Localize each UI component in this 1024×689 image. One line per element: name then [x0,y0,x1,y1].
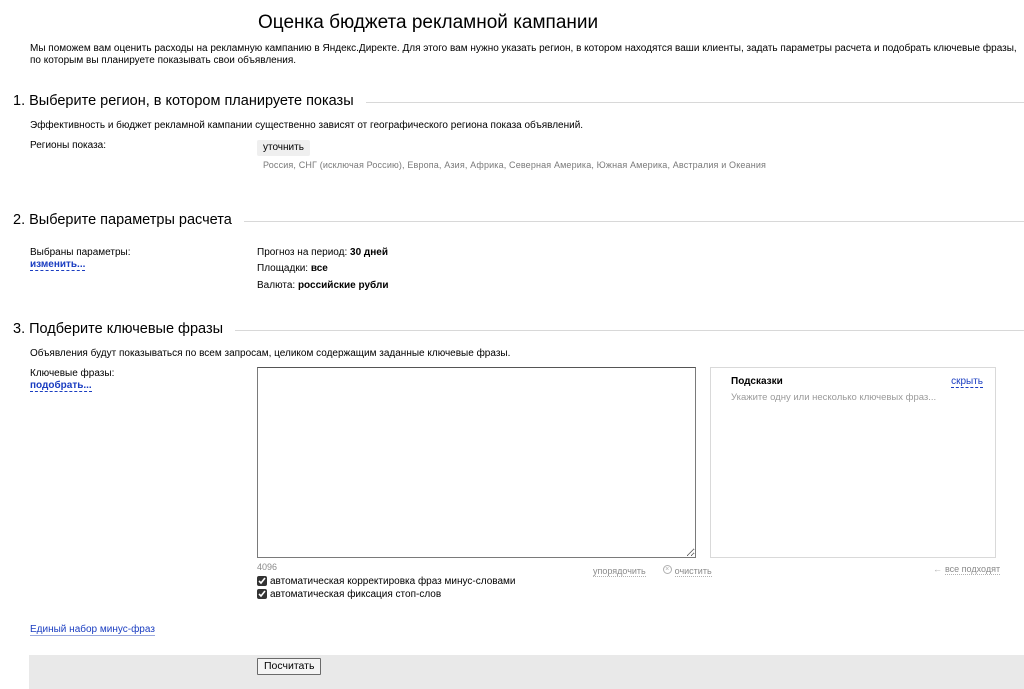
budget-estimate-page: Оценка бюджета рекламной кампании Мы пом… [0,0,1024,689]
clear-icon[interactable]: × [662,565,672,575]
refine-regions-button[interactable]: уточнить [257,140,310,156]
hints-title: Подсказки [731,376,783,387]
change-params-link[interactable]: изменить... [30,259,86,271]
section-divider [243,220,1024,222]
section-params-heading: 2. Выберите параметры расчета [13,210,1024,230]
hints-panel: Подсказки скрыть Укажите одну или нескол… [710,367,996,558]
minus-words-label: автоматическая корректировка фраз минус-… [270,575,516,587]
arrow-left-icon: ← [933,564,942,574]
stop-words-label: автоматическая фиксация стоп-слов [270,588,442,600]
currency-param: Валюта: российские рубли [257,280,388,291]
sites-value: все [310,263,328,274]
region-description: Эффективность и бюджет рекламной кампани… [30,120,584,131]
all-fit-link[interactable]: все подходят [945,564,1001,575]
currency-label: Валюта: [257,280,296,291]
minus-phrases-link[interactable]: Единый набор минус-фраз [30,624,155,636]
params-label: Выбраны параметры: [30,247,131,258]
section-region-heading: 1. Выберите регион, в котором планируете… [13,91,1024,111]
page-title: Оценка бюджета рекламной кампании [258,12,599,33]
section-keywords-heading: 3. Подберите ключевые фразы [13,319,1024,339]
keywords-label: Ключевые фразы: [30,368,115,379]
regions-label: Регионы показа: [30,140,107,151]
pick-keywords-link[interactable]: подобрать... [30,380,92,392]
textarea-actions: упорядочить × очистить [593,561,712,579]
minus-words-checkbox[interactable] [257,576,267,586]
section-region-title: 1. Выберите регион, в котором планируете… [13,93,354,109]
stop-words-checkbox[interactable] [257,589,267,599]
keywords-textarea[interactable] [257,367,696,558]
calculate-button[interactable]: Посчитать [257,658,322,675]
regions-value: Россия, СНГ (исключая Россию), Европа, А… [263,160,767,170]
all-fit-action: ← все подходят [933,559,1001,577]
stop-words-checkbox-row[interactable]: автоматическая фиксация стоп-слов [257,588,441,600]
hide-hints-link[interactable]: скрыть [951,376,983,388]
period-value: 30 дней [350,247,389,258]
section-divider [365,101,1024,103]
char-counter: 4096 [257,562,278,572]
section-keywords-title: 3. Подберите ключевые фразы [13,321,224,337]
section-divider [235,329,1024,331]
period-param: Прогноз на период: 30 дней [257,247,388,258]
period-label: Прогноз на период: [257,247,348,258]
minus-words-checkbox-row[interactable]: автоматическая корректировка фраз минус-… [257,575,515,587]
intro-text: Мы поможем вам оценить расходы на реклам… [30,43,1017,66]
section-params-title: 2. Выберите параметры расчета [13,212,232,228]
sites-label: Площадки: [257,263,309,274]
keywords-description: Объявления будут показываться по всем за… [30,348,511,359]
bottom-bar [29,655,1024,689]
sites-param: Площадки: все [257,263,328,274]
currency-value: российские рубли [297,280,389,291]
clear-link[interactable]: очистить [674,566,712,577]
hints-placeholder: Укажите одну или несколько ключевых фраз… [731,392,937,403]
sort-link[interactable]: упорядочить [593,566,646,577]
